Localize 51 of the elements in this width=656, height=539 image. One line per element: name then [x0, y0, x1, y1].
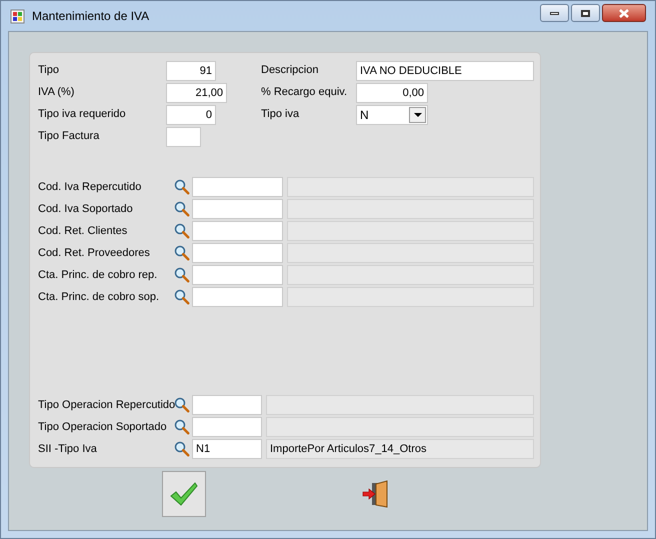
code-field[interactable] — [192, 199, 283, 219]
input-field[interactable]: 0 — [166, 104, 216, 124]
input-field[interactable] — [166, 126, 201, 146]
search-icon[interactable] — [174, 441, 190, 457]
search-icon[interactable] — [174, 289, 190, 305]
field-label: Cod. Ret. Clientes — [38, 224, 128, 239]
field-label: SII -Tipo Iva — [38, 442, 98, 457]
field-label: Cta. Princ. de cobro sop. — [38, 290, 160, 305]
minimize-button[interactable] — [540, 4, 569, 22]
exit-button[interactable] — [360, 479, 390, 509]
field-label: Tipo — [38, 63, 60, 78]
checkmark-icon — [169, 481, 199, 507]
code-field[interactable] — [192, 417, 262, 437]
search-icon[interactable] — [174, 267, 190, 283]
code-field[interactable] — [192, 287, 283, 307]
maximize-button[interactable] — [571, 4, 600, 22]
search-icon[interactable] — [174, 201, 190, 217]
field-label: IVA (%) — [38, 85, 76, 100]
field-label: Tipo iva requerido — [38, 107, 127, 122]
exit-door-icon — [362, 480, 388, 508]
search-icon[interactable] — [174, 245, 190, 261]
confirm-button[interactable] — [162, 471, 206, 517]
input-field[interactable]: IVA NO DEDUCIBLE — [356, 60, 534, 80]
code-field[interactable] — [192, 243, 283, 263]
field-label: Tipo Operacion Soportado — [38, 420, 168, 435]
code-field[interactable] — [192, 221, 283, 241]
app-icon — [10, 8, 26, 24]
field-label: % Recargo equiv. — [261, 85, 348, 100]
description-field: ImportePor Articulos7_14_Otros — [266, 439, 534, 459]
search-icon[interactable] — [174, 179, 190, 195]
field-label: Cod. Ret. Proveedores — [38, 246, 151, 261]
code-field[interactable]: N1 — [192, 439, 262, 459]
field-label: Cod. Iva Soportado — [38, 202, 134, 217]
dropdown[interactable]: N — [356, 104, 428, 124]
search-icon[interactable] — [174, 397, 190, 413]
field-label: Tipo Factura — [38, 129, 100, 144]
field-label: Descripcion — [261, 63, 320, 78]
input-field[interactable]: 21,00 — [166, 82, 227, 102]
field-label: Tipo iva — [261, 107, 300, 122]
search-icon[interactable] — [174, 223, 190, 239]
close-button[interactable] — [602, 4, 646, 22]
close-icon — [619, 8, 629, 18]
input-field[interactable]: 91 — [166, 60, 216, 80]
field-label: Cod. Iva Repercutido — [38, 180, 142, 195]
search-icon[interactable] — [174, 419, 190, 435]
window-title: Mantenimiento de IVA — [32, 8, 150, 25]
code-field[interactable] — [192, 395, 262, 415]
field-label: Cta. Princ. de cobro rep. — [38, 268, 158, 283]
input-field[interactable]: 0,00 — [356, 82, 428, 102]
code-field[interactable] — [192, 177, 283, 197]
code-field[interactable] — [192, 265, 283, 285]
